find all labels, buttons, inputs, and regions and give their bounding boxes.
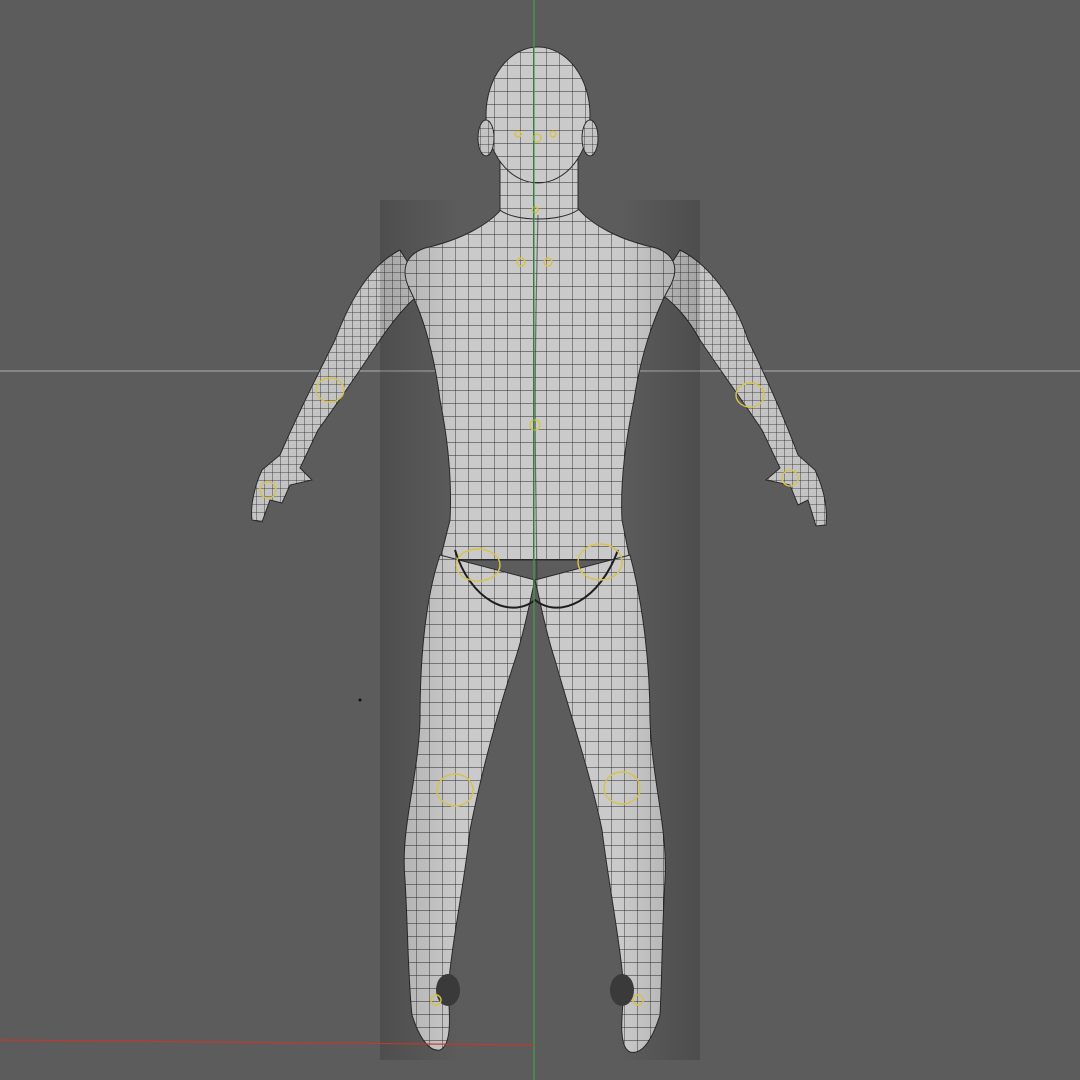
right-leg-mesh[interactable] [534, 554, 666, 1053]
character-mesh[interactable] [251, 46, 827, 1060]
left-leg-mesh[interactable] [403, 554, 536, 1051]
head-mesh[interactable] [485, 46, 591, 184]
scene-canvas[interactable] [0, 0, 1080, 1080]
left-arm-mesh[interactable] [251, 249, 426, 523]
torso-mesh[interactable] [404, 204, 676, 561]
3d-viewport[interactable] [0, 0, 1080, 1080]
stray-vertex-point [358, 698, 362, 702]
right-foot-mesh [610, 974, 634, 1006]
x-axis-line [0, 1039, 535, 1046]
right-arm-mesh[interactable] [654, 249, 827, 527]
left-ear-mesh [477, 119, 495, 157]
left-foot-mesh [436, 974, 460, 1006]
right-ear-mesh [581, 119, 599, 157]
